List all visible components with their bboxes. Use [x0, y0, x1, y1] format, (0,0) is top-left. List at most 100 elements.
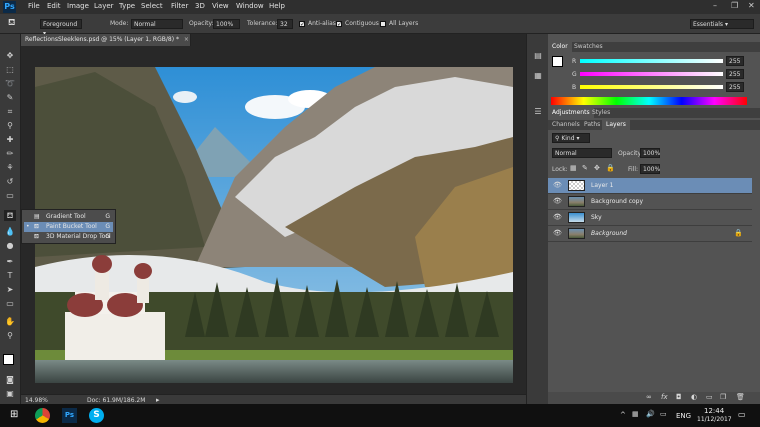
screen-mode-icon[interactable]: ▣	[4, 388, 16, 399]
layer-row-background-copy[interactable]: 👁 Background copy	[548, 194, 752, 210]
healing-brush-tool-icon[interactable]: ✚	[4, 134, 16, 145]
close-tab-icon[interactable]: ×	[184, 36, 189, 43]
lock-move-icon[interactable]: ✥	[594, 164, 600, 172]
eraser-tool-icon[interactable]: ▭	[4, 190, 16, 201]
menu-image[interactable]: Image	[67, 2, 89, 10]
tolerance-field[interactable]: 32	[277, 19, 293, 29]
flyout-3d-material-drop-tool[interactable]: ⛾ 3D Material Drop Tool G	[24, 232, 113, 242]
properties-panel-icon[interactable]: ▦	[532, 70, 544, 81]
crop-tool-icon[interactable]: ⌗	[4, 106, 16, 117]
visibility-eye-icon[interactable]: 👁	[553, 197, 562, 205]
menu-select[interactable]: Select	[141, 2, 163, 10]
visibility-eye-icon[interactable]: 👁	[553, 229, 562, 237]
menu-help[interactable]: Help	[269, 2, 285, 10]
lock-pixels-icon[interactable]: ▦	[570, 164, 577, 172]
photoshop-taskbar-icon[interactable]: Ps	[62, 408, 77, 423]
skype-icon[interactable]: S	[89, 408, 104, 423]
menu-edit[interactable]: Edit	[47, 2, 61, 10]
all-layers-checkbox[interactable]	[380, 21, 386, 27]
zoom-level[interactable]: 14.98%	[25, 397, 48, 404]
mode-select[interactable]: Normal	[131, 19, 183, 29]
rectangle-tool-icon[interactable]: ▭	[4, 298, 16, 309]
tab-styles[interactable]: Styles	[588, 108, 614, 118]
layer-row-sky[interactable]: 👁 Sky	[548, 210, 752, 226]
workspace-select[interactable]: Essentials ▾	[690, 19, 754, 29]
menu-view[interactable]: View	[212, 2, 229, 10]
clone-stamp-tool-icon[interactable]: ⚘	[4, 162, 16, 173]
menu-file[interactable]: File	[28, 2, 40, 10]
status-arrow-icon[interactable]: ▸	[156, 396, 160, 404]
adjustment-layer-icon[interactable]: ◐	[691, 393, 697, 401]
lasso-tool-icon[interactable]: ➰	[4, 78, 16, 89]
move-tool-icon[interactable]: ✥	[4, 50, 16, 61]
paint-bucket-tool-icon[interactable]: ⛾	[4, 210, 16, 221]
new-group-icon[interactable]: ▭	[706, 393, 713, 401]
add-mask-icon[interactable]: ◘	[676, 393, 682, 401]
menu-layer[interactable]: Layer	[94, 2, 114, 10]
blend-mode-select[interactable]: Normal	[552, 148, 612, 158]
visibility-eye-icon[interactable]: 👁	[553, 181, 562, 189]
history-brush-tool-icon[interactable]: ↺	[4, 176, 16, 187]
history-panel-icon[interactable]: ▤	[532, 50, 544, 61]
action-center-icon[interactable]: ▭	[738, 410, 746, 419]
color-foreground-swatch[interactable]	[552, 56, 563, 67]
tab-paths[interactable]: Paths	[580, 120, 604, 130]
visibility-eye-icon[interactable]: 👁	[553, 213, 562, 221]
volume-icon[interactable]: 🔊	[646, 410, 655, 418]
pen-tool-icon[interactable]: ✒	[4, 256, 16, 267]
quick-select-tool-icon[interactable]: ✎	[4, 92, 16, 103]
tab-layers[interactable]: Layers	[602, 120, 630, 130]
adjust-panel-icon[interactable]: ☰	[532, 106, 544, 117]
dodge-tool-icon[interactable]: ●	[4, 240, 16, 251]
network-icon[interactable]: ▦	[632, 410, 639, 418]
blue-value[interactable]: 255	[726, 82, 744, 92]
eyedropper-tool-icon[interactable]: ⚲	[4, 120, 16, 131]
battery-icon[interactable]: ▭	[660, 410, 667, 418]
lock-paint-icon[interactable]: ✎	[582, 164, 588, 172]
red-value[interactable]: 255	[726, 56, 744, 66]
layers-opacity-field[interactable]: 100%	[640, 148, 660, 158]
blue-slider[interactable]	[580, 85, 723, 89]
blur-tool-icon[interactable]: 💧	[4, 226, 16, 237]
opacity-field[interactable]: 100%	[213, 19, 240, 29]
tab-channels[interactable]: Channels	[548, 120, 584, 130]
windows-start-icon[interactable]: ⊞	[10, 410, 20, 420]
green-value[interactable]: 255	[726, 69, 744, 79]
tab-adjustments[interactable]: Adjustments	[548, 108, 594, 118]
menu-window[interactable]: Window	[236, 2, 264, 10]
fill-field[interactable]: 100%	[640, 164, 660, 174]
color-ramp[interactable]	[551, 97, 747, 105]
tray-arrow-icon[interactable]: ^	[620, 411, 626, 419]
chrome-icon[interactable]	[35, 408, 50, 423]
layer-filter-select[interactable]: ⚲ Kind ▾	[552, 133, 590, 143]
flyout-gradient-tool[interactable]: ▤ Gradient Tool G	[24, 212, 113, 222]
fill-source-select[interactable]: Foreground ▾	[40, 19, 82, 37]
type-tool-icon[interactable]: T	[4, 270, 16, 281]
document-tab[interactable]: ReflectionsSleeklens.psd @ 15% (Layer 1,…	[21, 34, 191, 46]
green-slider[interactable]	[580, 72, 723, 76]
clock-date[interactable]: 11/12/2017	[697, 416, 732, 423]
language-indicator[interactable]: ENG	[676, 412, 691, 420]
link-layers-icon[interactable]: ∞	[646, 393, 652, 401]
minimize-button[interactable]: –	[713, 1, 717, 10]
flyout-paint-bucket-tool[interactable]: • ⛾ Paint Bucket Tool G	[24, 222, 113, 232]
maximize-button[interactable]: ❐	[731, 1, 738, 10]
red-slider[interactable]	[580, 59, 723, 63]
layer-style-icon[interactable]: fx	[661, 393, 668, 401]
lock-all-icon[interactable]: 🔒	[606, 164, 615, 172]
hand-tool-icon[interactable]: ✋	[4, 316, 16, 327]
menu-filter[interactable]: Filter	[171, 2, 188, 10]
tab-swatches[interactable]: Swatches	[570, 42, 607, 52]
paint-bucket-preset-icon[interactable]: ⛾	[8, 18, 22, 29]
menu-3d[interactable]: 3D	[195, 2, 205, 10]
quick-mask-icon[interactable]: ◙	[4, 374, 16, 385]
brush-tool-icon[interactable]: ✏	[4, 148, 16, 159]
marquee-tool-icon[interactable]: ⬚	[4, 64, 16, 75]
trash-icon[interactable]: 🗑	[736, 393, 745, 401]
zoom-tool-icon[interactable]: ⚲	[4, 330, 16, 341]
close-button[interactable]: ✕	[748, 1, 755, 10]
anti-alias-checkbox[interactable]: ✓	[299, 21, 305, 28]
foreground-color-swatch[interactable]	[3, 354, 14, 365]
tab-color[interactable]: Color	[548, 42, 572, 52]
layer-row-background[interactable]: 👁 Background 🔒	[548, 226, 752, 242]
